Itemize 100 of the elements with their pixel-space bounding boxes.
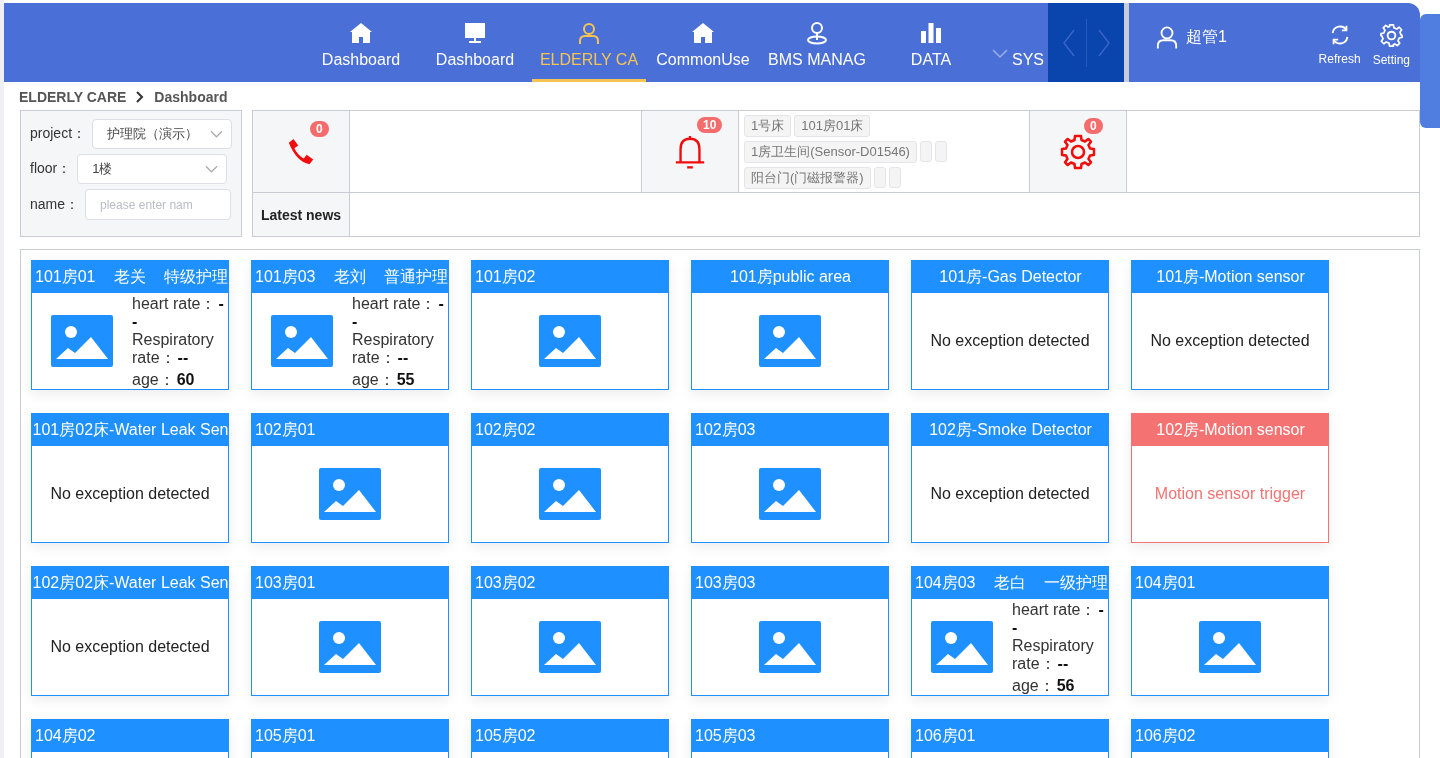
care-level: 一级护理 [1043, 572, 1108, 593]
room-card[interactable]: 102房02 [471, 413, 669, 543]
card-title: 103房03 [695, 572, 756, 593]
nav-tab[interactable]: BMS MANAG [760, 3, 874, 82]
phone-icon[interactable] [286, 136, 316, 167]
image-placeholder-icon [539, 468, 601, 520]
image-placeholder-icon [319, 621, 381, 673]
nav-tab[interactable]: Dashboard [418, 3, 532, 82]
card-title: 104房02 [35, 725, 96, 746]
vital-text: age：56 [1012, 677, 1076, 695]
location-pin-icon [805, 21, 829, 45]
status-message: No exception detected [50, 638, 210, 656]
chevron-left-icon[interactable] [1061, 28, 1076, 57]
card-title: 102房02床-Water Leak Sen [32, 572, 228, 593]
nav-tab[interactable]: DATA [874, 3, 988, 82]
room-card[interactable]: 101房public area [691, 260, 889, 390]
room-card[interactable]: 104房03 老白 一级护理 heart rate：-- Respiratory rate：-- age：56 [911, 566, 1109, 696]
room-card[interactable]: 106房01 [911, 719, 1109, 758]
room-card[interactable]: 101房-Motion sensor No exception detected [1131, 260, 1329, 390]
room-card[interactable]: 103房03 [691, 566, 889, 696]
breadcrumb-link[interactable]: ELDERLY CARE [19, 88, 127, 105]
card-title: 105房01 [255, 725, 316, 746]
caret-icon [205, 165, 219, 173]
room-card[interactable]: 102房01 [251, 413, 449, 543]
room-card[interactable]: 102房-Motion sensor Motion sensor trigger [1131, 413, 1329, 543]
vital-text: Respiratory rate：-- [1012, 637, 1095, 673]
count-badge: 0 [310, 120, 329, 137]
care-level: 特级护理 [163, 266, 228, 287]
care-level: 普通护理 [383, 266, 448, 287]
status-message: No exception detected [50, 485, 210, 503]
room-card[interactable]: 102房03 [691, 413, 889, 543]
card-title: 102房-Motion sensor [1156, 419, 1305, 440]
card-title: 102房03 [695, 419, 756, 440]
settings-button[interactable]: Setting [1370, 18, 1412, 67]
refresh-button[interactable]: Refresh [1316, 18, 1363, 67]
nav-tab[interactable]: CommonUse [646, 3, 760, 82]
room-card[interactable]: 105房02 [471, 719, 669, 758]
card-title: 101房01 [35, 266, 96, 287]
room-card[interactable]: 101房02床-Water Leak Sen No exception detected [31, 413, 229, 543]
room-card[interactable]: 102房-Smoke Detector No exception detected [911, 413, 1109, 543]
caret-icon[interactable] [992, 48, 1008, 59]
breadcrumb-current: Dashboard [154, 88, 228, 105]
gear-icon[interactable] [1060, 133, 1096, 170]
vital-text: age：55 [352, 371, 416, 389]
room-card[interactable]: 101房02 [471, 260, 669, 390]
filter-label: floor： [30, 160, 72, 178]
image-placeholder-icon [271, 315, 333, 367]
card-title: 102房-Smoke Detector [929, 419, 1092, 440]
room-card[interactable]: 102房02床-Water Leak Sen No exception detected [31, 566, 229, 696]
room-card[interactable]: 105房01 [251, 719, 449, 758]
room-card[interactable]: 101房-Gas Detector No exception detected [911, 260, 1109, 390]
name-input-field[interactable]: please enter nam [85, 189, 232, 220]
card-title: 104房01 [1135, 572, 1196, 593]
select-field[interactable]: 1楼 [77, 154, 228, 184]
card-title: 103房01 [255, 572, 316, 593]
count-badge: 10 [697, 116, 723, 133]
nav-tab[interactable]: ELDERLY CA [532, 3, 646, 82]
empty-tag [919, 141, 932, 162]
room-card[interactable]: 104房01 [1131, 566, 1329, 696]
room-card[interactable]: 101房01 老关 特级护理 heart rate：-- Respiratory rate：-- age：60 [31, 260, 229, 390]
alert-tag[interactable]: 阳台门(门磁报警器) [744, 167, 871, 189]
select-field[interactable]: 护理院（演示） [92, 119, 233, 149]
empty-tag [934, 141, 947, 162]
room-card[interactable]: 106房02 [1131, 719, 1329, 758]
alert-tag[interactable]: 101房01床 [794, 115, 871, 137]
bar-chart-icon [919, 21, 943, 45]
room-card[interactable]: 104房02 [31, 719, 229, 758]
chevron-right-icon[interactable] [1096, 28, 1111, 57]
card-title: 101房02床-Water Leak Sen [32, 419, 228, 440]
image-placeholder-icon [931, 621, 993, 673]
vital-text: Respiratory rate：-- [352, 331, 435, 367]
room-card[interactable]: 101房03 老刘 普通护理 heart rate：-- Respiratory rate：-- age：55 [251, 260, 449, 390]
card-title: 101房-Motion sensor [1156, 266, 1305, 287]
card-title: 105房03 [695, 725, 756, 746]
resident-name: 老白 [993, 572, 1026, 593]
status-message: No exception detected [930, 485, 1090, 503]
image-placeholder-icon [759, 468, 821, 520]
nav-tab[interactable]: SYS [1012, 3, 1048, 82]
card-title: 101房-Gas Detector [939, 266, 1082, 287]
room-card[interactable]: 105房03 [691, 719, 889, 758]
filter-label: name： [30, 195, 80, 214]
card-title: 101房03 [255, 266, 316, 287]
alert-tag[interactable]: 1房卫生间(Sensor-D01546) [744, 141, 917, 163]
alert-tag[interactable]: 1号床 [744, 115, 792, 137]
nav-tab[interactable]: Dashboard [304, 3, 418, 82]
card-title: 102房01 [255, 419, 316, 440]
image-placeholder-icon [1199, 621, 1261, 673]
vital-text: heart rate：-- [352, 295, 445, 331]
user-name[interactable]: 超管1 [1186, 27, 1227, 48]
chevron-right-icon [136, 90, 145, 103]
person-icon [577, 21, 601, 45]
card-title: 105房02 [475, 725, 536, 746]
room-card[interactable]: 103房02 [471, 566, 669, 696]
empty-tag [888, 167, 901, 188]
resident-name: 老关 [113, 266, 146, 287]
empty-tag [873, 167, 886, 188]
room-card[interactable]: 103房01 [251, 566, 449, 696]
caret-icon [210, 130, 224, 138]
home-icon [691, 21, 715, 45]
card-title: 106房02 [1135, 725, 1196, 746]
